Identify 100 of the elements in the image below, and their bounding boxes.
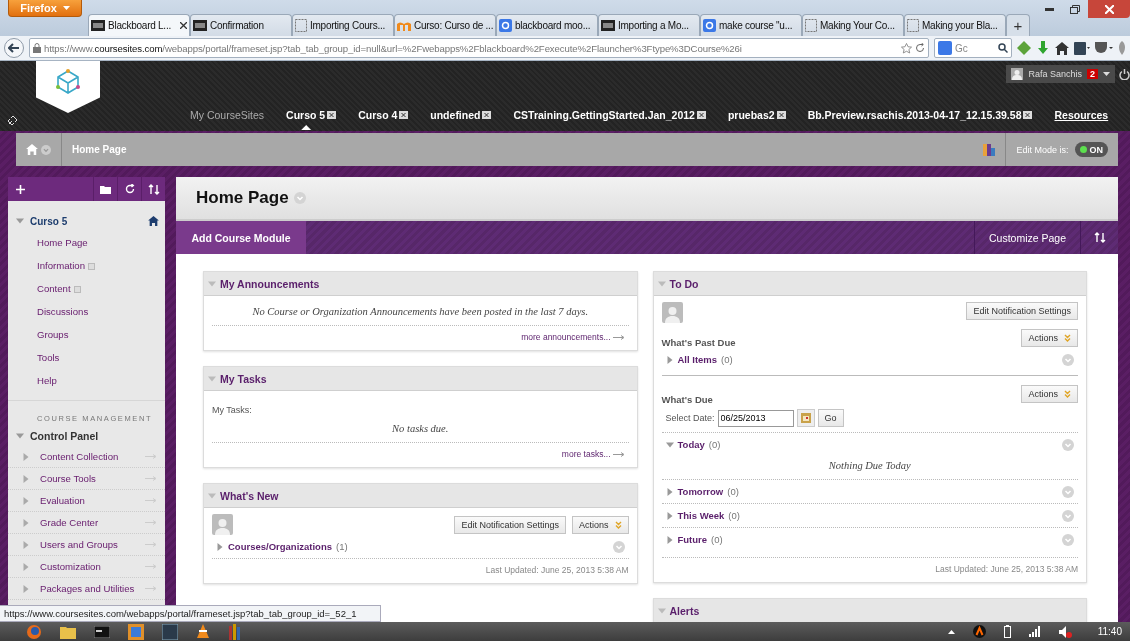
close-icon[interactable] — [482, 111, 492, 119]
disclosure-triangle-icon[interactable] — [22, 474, 30, 483]
photo-app-icon[interactable] — [162, 623, 178, 640]
books-icon[interactable] — [228, 623, 242, 640]
address-field[interactable]: https://www.coursesites.com/webapps/portal/frameset.jsp?tab_tab_group_id=null&url=%2Fwebapps%2Fblackboard%2Fexecute%2Flauncher%3Ftype%3DCourse%26i — [29, 38, 929, 58]
menu-link[interactable]: Customization — [8, 556, 165, 578]
search-icon[interactable] — [998, 43, 1008, 53]
menu-link[interactable]: Evaluation — [8, 490, 165, 512]
menu-link[interactable]: Content Collection — [8, 446, 165, 468]
notification-settings-button[interactable]: Edit Notification Settings — [966, 302, 1078, 320]
group-link[interactable]: Courses/Organizations — [228, 541, 332, 552]
menu-link[interactable]: Course Tools — [8, 468, 165, 490]
palette-icon[interactable] — [983, 143, 996, 156]
calendar-button[interactable] — [796, 409, 815, 427]
course-title[interactable]: Curso 5 — [30, 215, 68, 227]
menu-link[interactable]: Content — [8, 277, 165, 300]
disclosure-triangle-icon[interactable] — [22, 518, 30, 527]
download-icon[interactable] — [1036, 41, 1050, 55]
menu-link[interactable]: Tools — [8, 346, 165, 369]
disclosure-triangle-icon[interactable] — [665, 511, 674, 520]
antivirus-icon[interactable] — [972, 625, 986, 638]
disclosure-triangle-icon[interactable] — [16, 432, 24, 440]
menu-link[interactable]: Grade Center — [8, 512, 165, 534]
disclosure-triangle-icon[interactable] — [22, 496, 30, 505]
disclosure-triangle-icon[interactable] — [665, 440, 674, 449]
close-icon[interactable] — [1023, 111, 1033, 119]
browser-tab[interactable]: blackboard moo... — [496, 14, 598, 36]
sort-icon[interactable] — [147, 183, 160, 195]
nav-tab[interactable]: Curso 4 — [358, 109, 409, 121]
link-icon[interactable] — [8, 116, 17, 125]
menu-link[interactable]: Users and Groups — [8, 534, 165, 556]
notification-settings-button[interactable]: Edit Notification Settings — [454, 515, 566, 534]
nav-tab[interactable]: Curso 5 — [286, 109, 337, 121]
disclosure-triangle-icon[interactable] — [16, 217, 24, 225]
customize-button[interactable]: Customize Page — [973, 221, 1080, 254]
close-icon[interactable] — [696, 111, 706, 119]
browser-tab[interactable]: Making Your Co... — [802, 14, 904, 36]
feather-icon[interactable] — [1118, 41, 1126, 55]
close-icon[interactable] — [180, 22, 187, 29]
power-icon[interactable] — [1119, 68, 1130, 80]
browser-tab[interactable]: Confirmation — [190, 14, 292, 36]
sort-icon[interactable] — [1093, 232, 1106, 243]
close-icon[interactable] — [776, 111, 786, 119]
group-link[interactable]: Today — [677, 439, 705, 450]
date-field[interactable]: 06/25/2013 — [717, 409, 794, 427]
browser-tab[interactable]: Blackboard L... — [88, 14, 190, 36]
disclosure-triangle-icon[interactable] — [216, 542, 224, 551]
chevron-circle-icon[interactable] — [41, 144, 51, 155]
menu-link[interactable]: Information — [8, 254, 165, 277]
panel-heading[interactable]: Control Panel — [30, 430, 99, 442]
actions-button[interactable]: Actions — [1021, 384, 1078, 403]
battery-icon[interactable] — [1003, 625, 1011, 638]
disclosure-triangle-icon[interactable] — [22, 452, 30, 461]
group-link[interactable]: Future — [677, 534, 708, 545]
cone-icon[interactable] — [196, 623, 210, 640]
close-icon[interactable] — [327, 111, 337, 119]
user-menu[interactable]: Rafa Sanchis 2 — [1006, 65, 1115, 83]
actions-button[interactable]: Actions — [572, 515, 629, 534]
search-field[interactable]: Gc — [934, 38, 1012, 58]
disclosure-triangle-icon[interactable] — [665, 535, 674, 544]
bookmark-icon[interactable] — [1074, 41, 1090, 55]
star-icon[interactable] — [901, 42, 912, 54]
volume-muted-icon[interactable] — [1058, 625, 1072, 638]
nav-tab[interactable]: Bb.Preview.rsachis.2013-04-17_12.15.39.58 — [807, 109, 1033, 121]
edit-mode-toggle[interactable]: ON — [1074, 142, 1108, 157]
more-link[interactable]: more tasks... — [561, 449, 611, 459]
menu-link[interactable]: Home Page — [8, 231, 165, 254]
menu-link[interactable]: Discussions — [8, 300, 165, 323]
close-button[interactable] — [1088, 0, 1130, 18]
signal-icon[interactable] — [1028, 626, 1041, 637]
disclosure-triangle-icon[interactable] — [22, 540, 30, 549]
group-link[interactable]: This Week — [677, 510, 725, 521]
browser-tab[interactable]: make course "u... — [700, 14, 802, 36]
tray-caret-icon[interactable] — [947, 629, 955, 634]
home-icon[interactable] — [1055, 41, 1069, 55]
go-button[interactable]: Go — [817, 409, 844, 427]
menu-link[interactable]: Groups — [8, 323, 165, 346]
virtual-machine-icon[interactable] — [128, 623, 144, 640]
menu-link[interactable]: Packages and Utilities — [8, 578, 165, 600]
refresh-icon[interactable] — [915, 43, 925, 53]
nav-tab[interactable]: CSTraining.GettingStarted.Jan_2012 — [513, 109, 706, 121]
home-icon[interactable] — [148, 216, 159, 226]
back-button[interactable] — [4, 38, 24, 58]
disclosure-triangle-icon[interactable] — [665, 487, 674, 496]
browser-tab[interactable]: Making your Bla... — [904, 14, 1006, 36]
disclosure-triangle-icon[interactable] — [22, 562, 30, 571]
nav-tab[interactable]: Resources — [1054, 109, 1109, 121]
group-link[interactable]: Tomorrow — [677, 486, 724, 497]
group-link[interactable]: All Items — [677, 354, 718, 365]
close-icon[interactable] — [399, 111, 409, 119]
browser-tab[interactable]: Importing Cours... — [292, 14, 394, 36]
firefox-icon[interactable] — [26, 623, 42, 640]
disclosure-triangle-icon[interactable] — [665, 355, 674, 364]
menu-link[interactable]: Help — [8, 369, 165, 392]
browser-tab[interactable]: Curso: Curso de ... — [394, 14, 496, 36]
nav-tab[interactable]: My CourseSites — [190, 109, 265, 121]
nav-tab[interactable]: pruebas2 — [727, 109, 786, 121]
actions-button[interactable]: Actions — [1021, 328, 1078, 347]
terminal-icon[interactable] — [94, 625, 110, 638]
disclosure-triangle-icon[interactable] — [22, 584, 30, 593]
